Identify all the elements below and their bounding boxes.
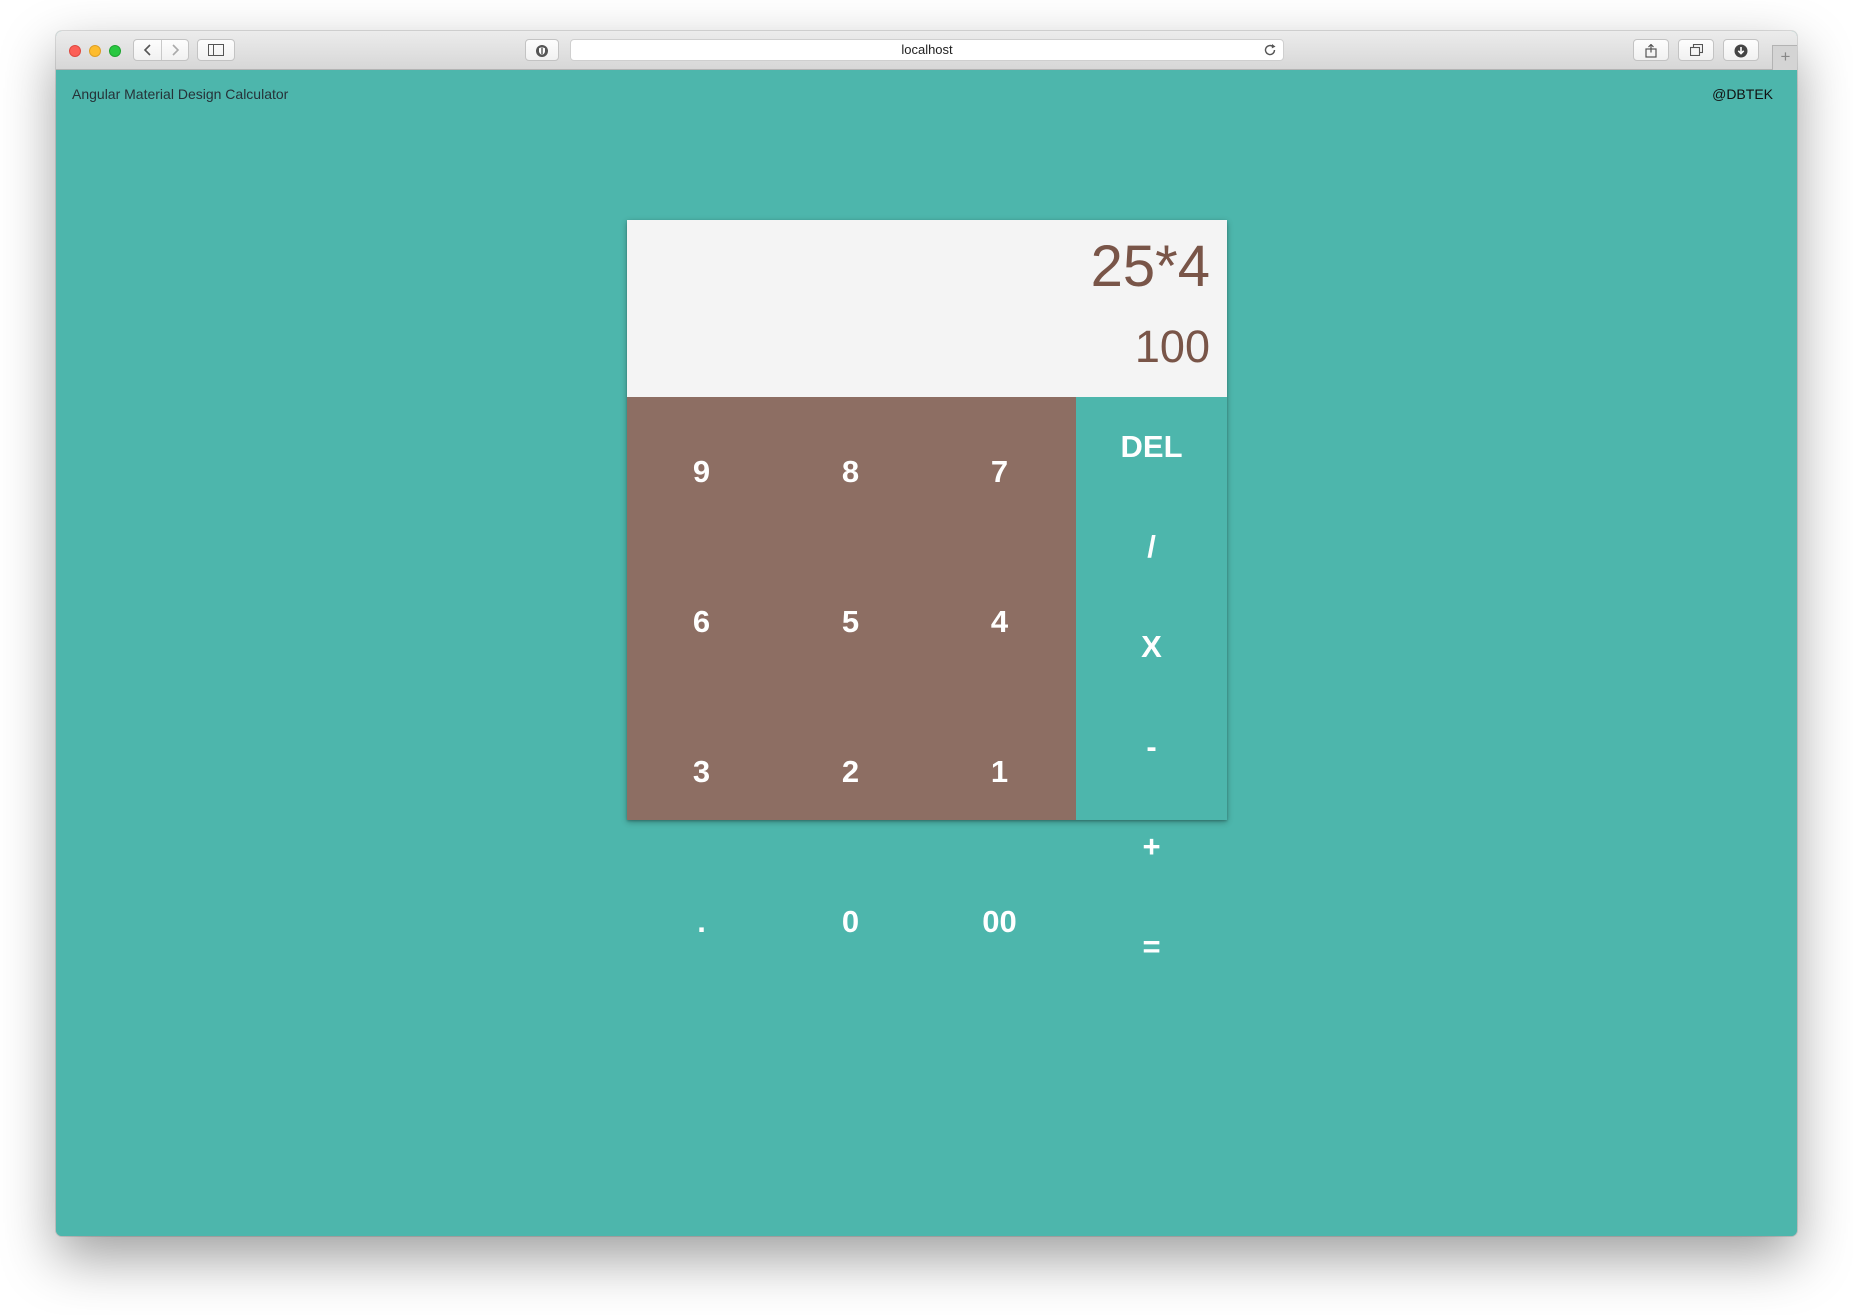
reload-icon[interactable] <box>1263 43 1277 57</box>
divide-key[interactable]: / <box>1076 497 1227 597</box>
key-decimal[interactable]: . <box>627 847 776 997</box>
calculator-display: 25*4 100 <box>627 220 1227 397</box>
shield-icon <box>536 45 548 57</box>
multiply-key[interactable]: X <box>1076 597 1227 697</box>
show-tabs-button[interactable] <box>1678 39 1714 61</box>
expression-display: 25*4 <box>1090 234 1210 299</box>
new-tab-button[interactable]: + <box>1772 45 1797 70</box>
navigation-buttons <box>133 39 189 61</box>
plus-icon: + <box>1780 47 1791 66</box>
download-icon <box>1734 44 1748 58</box>
operator-keypad: DEL / X - + = <box>1076 397 1227 964</box>
page-content: Angular Material Design Calculator @DBTE… <box>56 70 1797 1236</box>
address-bar[interactable]: localhost <box>570 39 1284 61</box>
page-title: Angular Material Design Calculator <box>72 86 289 102</box>
key-6[interactable]: 6 <box>627 547 776 697</box>
privacy-button[interactable] <box>525 39 559 61</box>
browser-window: localhost + Angular Material Design Calc… <box>56 31 1797 1236</box>
close-window-button[interactable] <box>69 45 81 57</box>
key-8[interactable]: 8 <box>776 397 925 547</box>
downloads-button[interactable] <box>1723 39 1759 61</box>
share-button[interactable] <box>1633 39 1669 61</box>
sidebar-button[interactable] <box>197 39 235 61</box>
key-9[interactable]: 9 <box>627 397 776 547</box>
result-display: 100 <box>1134 321 1210 372</box>
calculator: 25*4 100 9 8 7 6 5 4 3 2 1 . 0 00 DEL / <box>627 220 1227 964</box>
url-text: localhost <box>901 42 953 57</box>
forward-icon <box>171 44 179 56</box>
key-4[interactable]: 4 <box>925 547 1074 697</box>
key-0[interactable]: 0 <box>776 847 925 997</box>
key-1[interactable]: 1 <box>925 697 1074 847</box>
digit-keypad: 9 8 7 6 5 4 3 2 1 . 0 00 <box>627 397 1076 939</box>
key-3[interactable]: 3 <box>627 697 776 847</box>
equals-key[interactable]: = <box>1076 897 1227 997</box>
back-button[interactable] <box>134 40 162 60</box>
key-7[interactable]: 7 <box>925 397 1074 547</box>
author-handle: @DBTEK <box>1712 86 1773 102</box>
key-2[interactable]: 2 <box>776 697 925 847</box>
tabs-icon <box>1689 44 1703 56</box>
subtract-key[interactable]: - <box>1076 697 1227 797</box>
minimize-window-button[interactable] <box>89 45 101 57</box>
share-icon <box>1645 44 1657 58</box>
back-icon <box>143 44 151 56</box>
add-key[interactable]: + <box>1076 797 1227 897</box>
key-00[interactable]: 00 <box>925 847 1074 997</box>
sidebar-icon <box>208 44 224 56</box>
key-5[interactable]: 5 <box>776 547 925 697</box>
delete-key[interactable]: DEL <box>1076 397 1227 497</box>
zoom-window-button[interactable] <box>109 45 121 57</box>
forward-button[interactable] <box>161 40 188 60</box>
browser-toolbar: localhost + <box>56 31 1797 70</box>
